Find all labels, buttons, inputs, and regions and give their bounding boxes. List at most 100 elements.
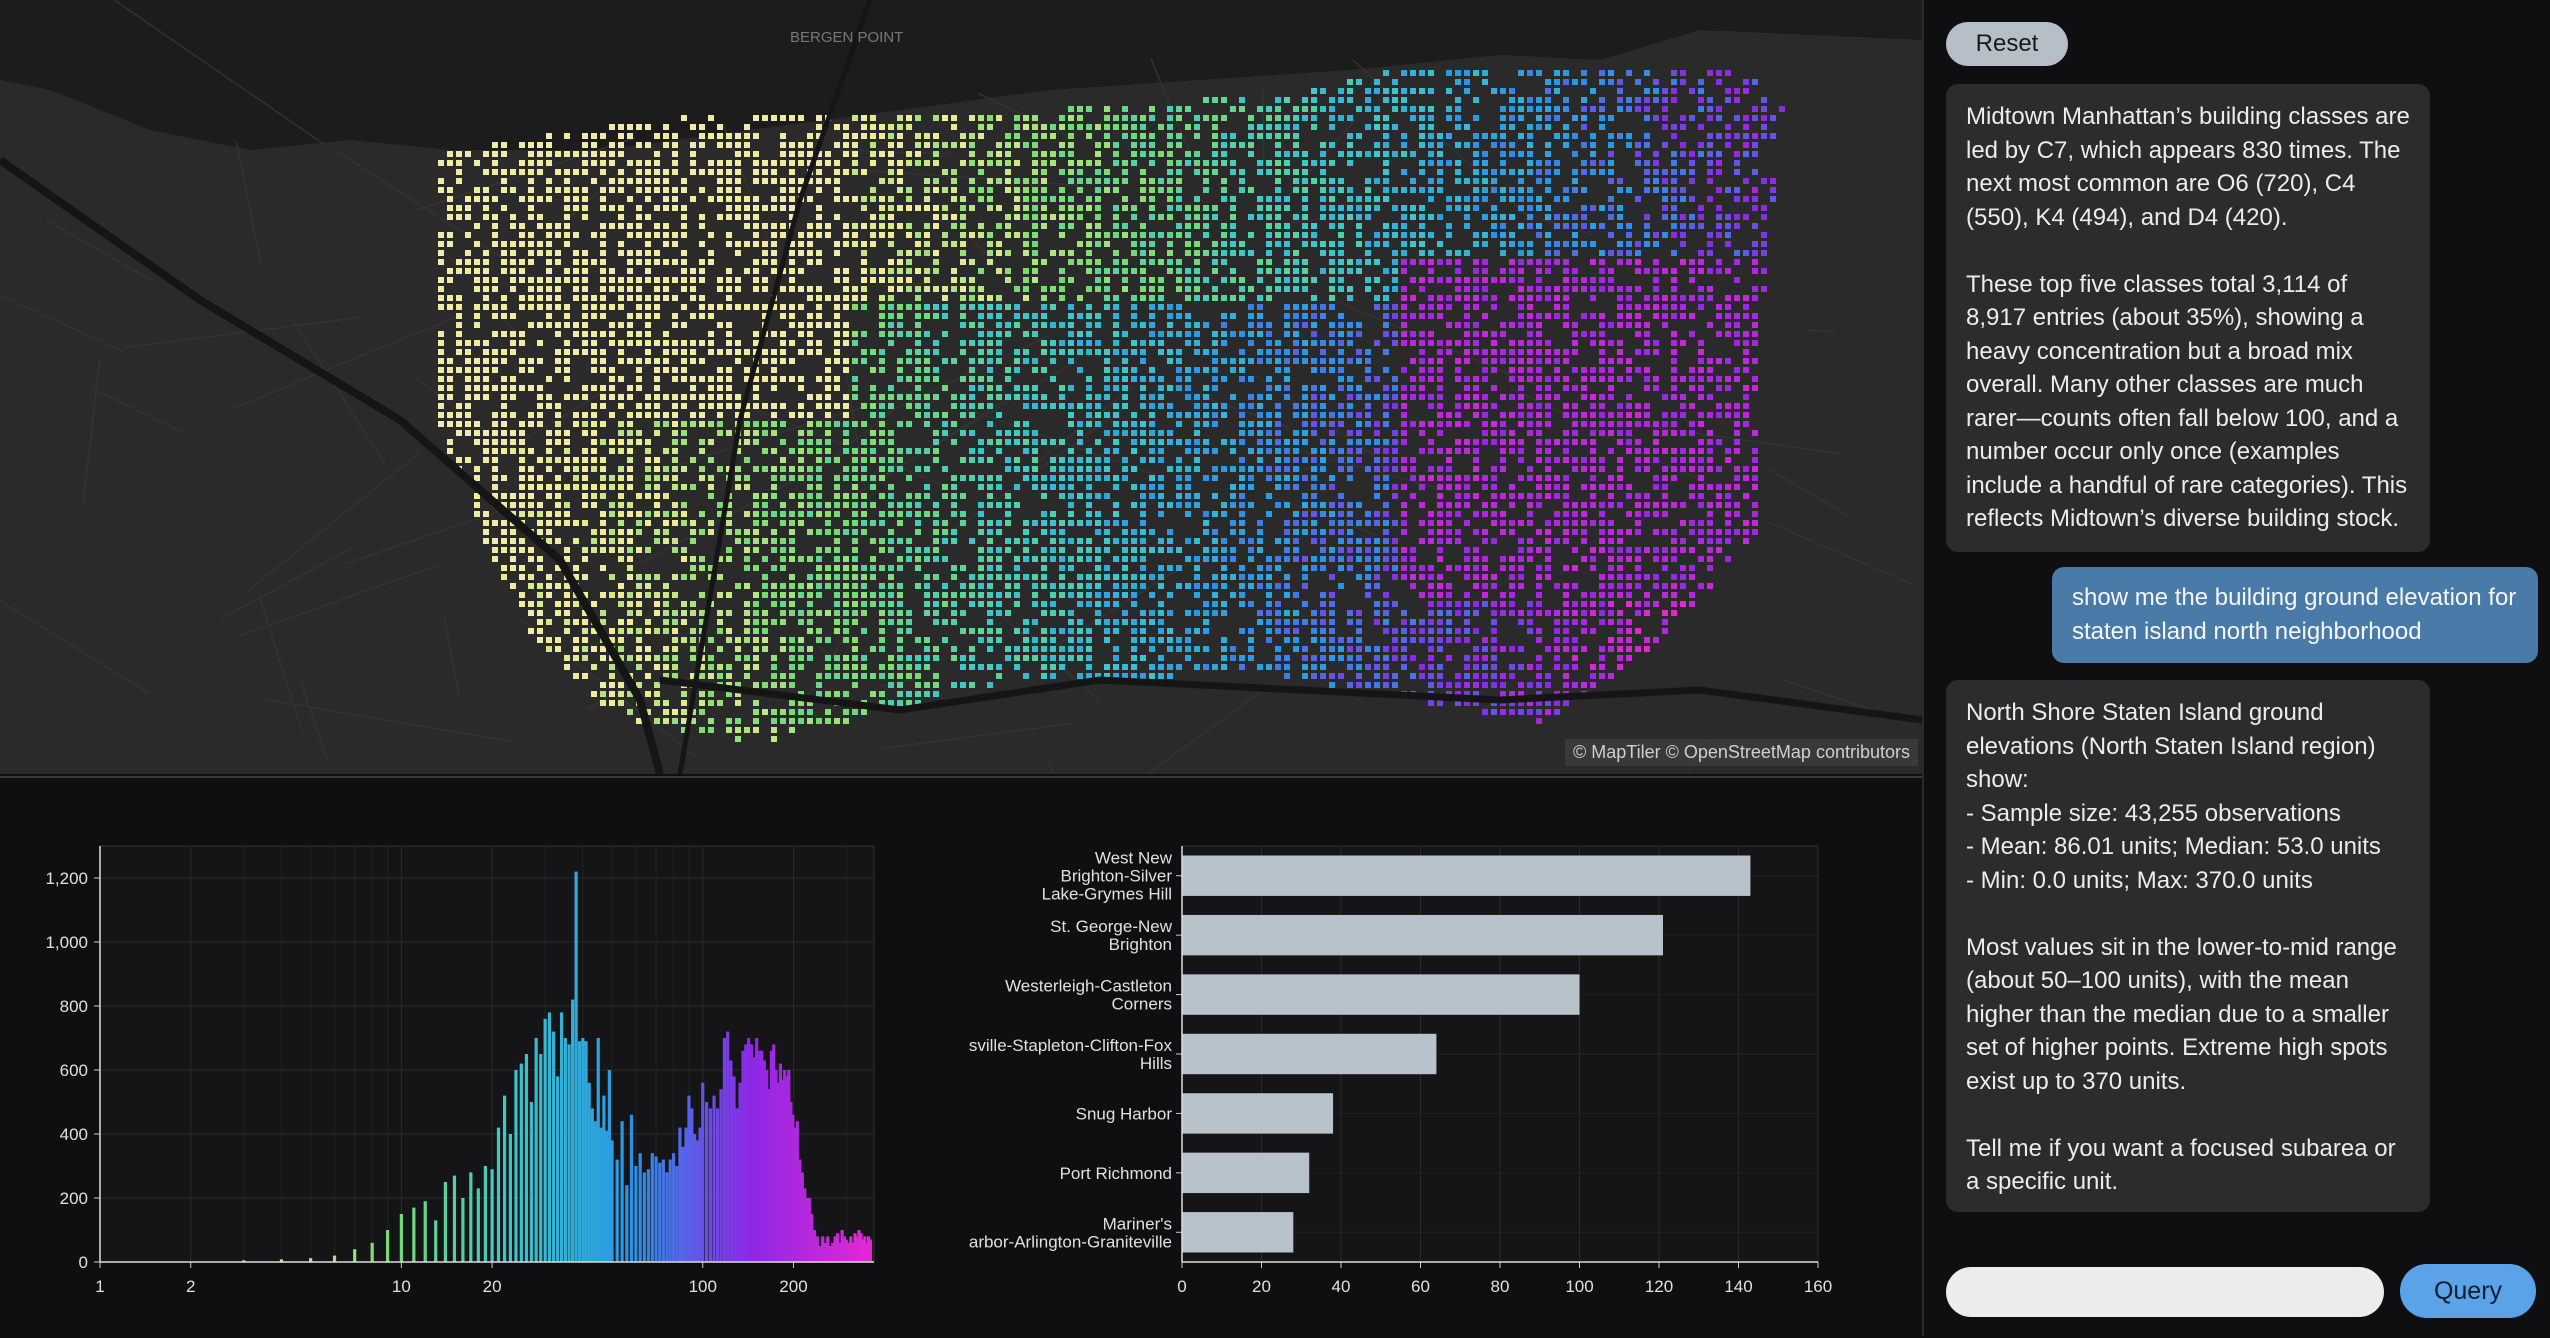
- bars-category-label: West NewBrighton-SilverLake-Grymes Hill: [1042, 849, 1173, 904]
- hist-bar: [639, 1153, 642, 1262]
- bars-x-tick-label: 0: [1177, 1277, 1186, 1296]
- hist-bar: [453, 1176, 456, 1262]
- hist-bar: [747, 1038, 750, 1262]
- hist-bar: [571, 1000, 574, 1262]
- bars-category-label: sville-Stapleton-Clifton-FoxHills: [969, 1036, 1173, 1073]
- hist-bar: [484, 1166, 487, 1262]
- hist-bar: [567, 1044, 570, 1262]
- hist-bar: [665, 1172, 668, 1262]
- hist-bar: [560, 1012, 563, 1262]
- hist-bar: [634, 1166, 637, 1262]
- hist-bar: [712, 1096, 715, 1262]
- hist-bar: [578, 1041, 581, 1262]
- hist-bar: [491, 1169, 494, 1262]
- hist-bar: [597, 1038, 600, 1262]
- hist-bar: [630, 1115, 633, 1262]
- chat-panel: Reset Midtown Manhattan’s building class…: [1924, 0, 2550, 1336]
- hist-bar: [719, 1089, 722, 1262]
- hist-bar: [520, 1064, 523, 1262]
- user-message: show me the building ground elevation fo…: [2052, 567, 2538, 663]
- charts-area: 02004006008001,0001,200121020100200 0204…: [0, 776, 1922, 1338]
- hist-x-tick-label: 20: [483, 1277, 502, 1296]
- hist-bar: [726, 1032, 729, 1262]
- hist-bar: [681, 1147, 684, 1262]
- hist-y-tick-label: 0: [79, 1253, 88, 1272]
- hist-y-tick-label: 400: [60, 1125, 88, 1144]
- bars-category-label: Port Richmond: [1060, 1164, 1172, 1183]
- bars-bar: [1182, 1034, 1436, 1074]
- hist-bar: [525, 1054, 528, 1262]
- bars-bar: [1182, 1212, 1293, 1252]
- hist-bar: [412, 1208, 415, 1262]
- bot-message-2: North Shore Staten Island ground elevati…: [1946, 680, 2430, 1212]
- query-input[interactable]: [1946, 1267, 2384, 1317]
- bars-category-label: Mariner'sarbor-Arlington-Graniteville: [969, 1214, 1172, 1251]
- bars-category-label: Westerleigh-CastletonCorners: [1005, 977, 1172, 1014]
- hist-bar: [621, 1121, 624, 1262]
- hist-bar: [444, 1182, 447, 1262]
- bars-bar: [1182, 856, 1750, 896]
- bars-bar: [1182, 974, 1580, 1014]
- hist-y-tick-label: 200: [60, 1189, 88, 1208]
- hist-bar: [651, 1153, 654, 1262]
- hist-bar: [556, 1076, 559, 1262]
- bars-x-tick-label: 60: [1411, 1277, 1430, 1296]
- hist-bar: [869, 1240, 872, 1262]
- hist-bar: [729, 1060, 732, 1262]
- bars-x-tick-label: 40: [1332, 1277, 1351, 1296]
- hist-bar: [810, 1214, 813, 1262]
- hist-bar: [732, 1076, 735, 1262]
- bars-x-tick-label: 100: [1565, 1277, 1593, 1296]
- hist-bar: [662, 1160, 665, 1262]
- hist-bar: [616, 1160, 619, 1262]
- hist-bar: [741, 1051, 744, 1262]
- hist-bar: [591, 1108, 594, 1262]
- bars-x-tick-label: 80: [1491, 1277, 1510, 1296]
- hist-bar: [709, 1108, 712, 1262]
- hist-bar: [687, 1096, 690, 1262]
- hist-bar: [535, 1038, 538, 1262]
- bars-category-label: St. George-NewBrighton: [1050, 917, 1173, 954]
- hist-bar: [701, 1083, 704, 1262]
- hist-bar: [509, 1134, 512, 1262]
- neighborhood-bar-chart: 0 20 40 60 80 100 120 140 160 West NewBrighton-Si…: [940, 778, 1920, 1338]
- hist-x-tick-label: 2: [186, 1277, 195, 1296]
- hist-bar: [469, 1172, 472, 1262]
- hist-bar: [643, 1172, 646, 1262]
- bars-x-tick-label: 120: [1645, 1277, 1673, 1296]
- hist-bar: [564, 1038, 567, 1262]
- hist-bar: [386, 1230, 389, 1262]
- hist-bar: [544, 1019, 547, 1262]
- bars-x-tick-label: 140: [1724, 1277, 1752, 1296]
- bars-x-tick-label: 160: [1804, 1277, 1832, 1296]
- hist-bar: [678, 1128, 681, 1262]
- hist-bar: [738, 1083, 741, 1262]
- bars-bar: [1182, 915, 1663, 955]
- hist-bar: [353, 1249, 356, 1262]
- hist-bar: [625, 1185, 628, 1262]
- hist-bar: [434, 1220, 437, 1262]
- reset-button[interactable]: Reset: [1946, 22, 2068, 66]
- hist-bar: [672, 1153, 675, 1262]
- bars-x-tick-label: 20: [1252, 1277, 1271, 1296]
- hist-bar: [530, 1102, 533, 1262]
- hist-bar: [654, 1156, 657, 1262]
- hist-bar: [693, 1134, 696, 1262]
- hist-bar: [503, 1096, 506, 1262]
- hist-bar: [461, 1198, 464, 1262]
- map-view[interactable]: BERGEN POINT © MapTiler © OpenStreetMap …: [0, 0, 1922, 774]
- map-canvas[interactable]: BERGEN POINT: [0, 0, 1922, 774]
- hist-bar: [684, 1128, 687, 1262]
- hist-bar: [575, 872, 578, 1262]
- query-button[interactable]: Query: [2400, 1264, 2536, 1318]
- hist-bar: [610, 1140, 613, 1262]
- hist-bar: [400, 1214, 403, 1262]
- bars-bar: [1182, 1093, 1333, 1133]
- map-attribution[interactable]: © MapTiler © OpenStreetMap contributors: [1565, 739, 1918, 766]
- hist-x-tick-label: 10: [392, 1277, 411, 1296]
- hist-bar: [690, 1108, 693, 1262]
- hist-bar: [584, 1041, 587, 1262]
- hist-bar: [594, 1121, 597, 1262]
- hist-bar: [588, 1083, 591, 1262]
- hist-bar: [548, 1012, 551, 1262]
